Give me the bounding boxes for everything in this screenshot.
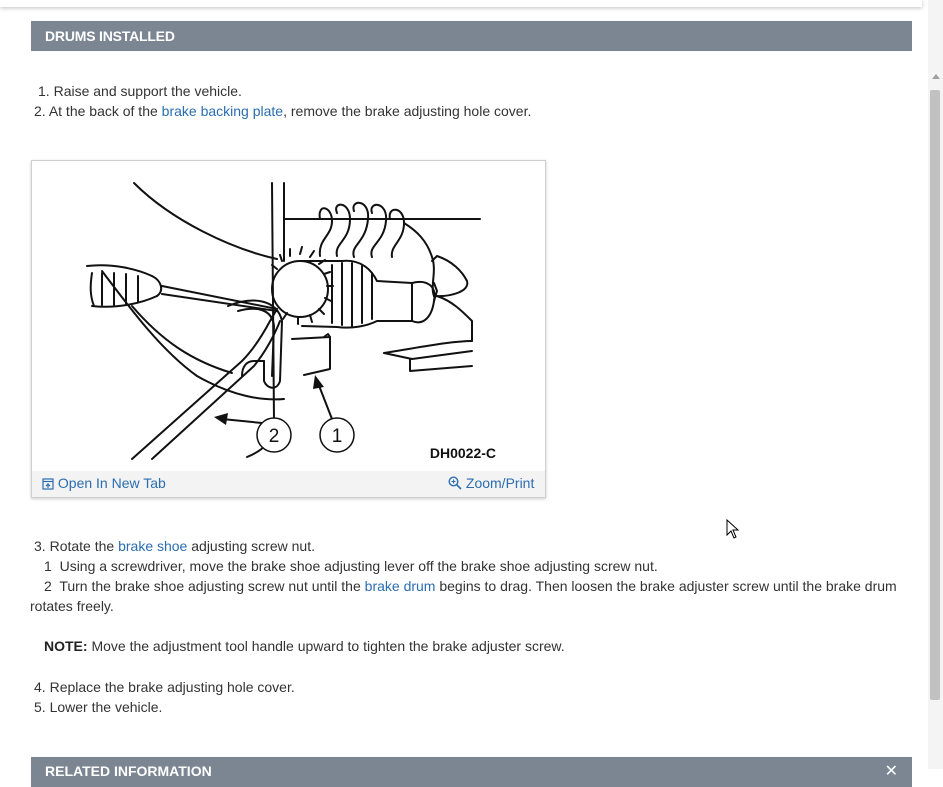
related-information-title: RELATED INFORMATION [45,763,212,779]
note: NOTE: Move the adjustment tool handle up… [44,636,565,656]
step-text-cont: , remove the brake adjusting hole cover. [283,103,532,119]
step-text: Lower the vehicle. [49,699,163,715]
substep-text: Turn the brake shoe adjusting screw nut … [59,578,365,594]
substep-text: Using a screwdriver, move the brake shoe… [59,558,658,574]
step-text: Replace the brake adjusting hole cover. [49,679,295,695]
step-number: 3. [34,538,46,554]
related-information-header[interactable]: RELATED INFORMATION ✕ [31,757,912,787]
zoom-icon [448,476,462,490]
open-new-tab-icon [42,478,54,490]
note-label: NOTE: [44,638,88,654]
step-text-cont: adjusting screw nut. [187,538,315,554]
callout-1-label: 1 [332,426,343,447]
brake-backing-plate-link[interactable]: brake backing plate [162,103,283,119]
brake-shoe-link[interactable]: brake shoe [118,538,187,554]
substep-2-continuation: rotates freely. [30,598,114,614]
note-text: Move the adjustment tool handle upward t… [87,638,565,654]
step-5: 5. Lower the vehicle. [34,697,162,717]
zoom-print-label: Zoom/Print [465,475,535,491]
step-3: 3. Rotate the brake shoe adjusting screw… [34,536,315,556]
step-text: Raise and support the vehicle. [53,83,242,99]
step-1: 1. Raise and support the vehicle. [38,81,242,101]
scrollbar-thumb[interactable] [930,90,940,700]
section-header: DRUMS INSTALLED [31,21,912,51]
step-2: 2. At the back of the brake backing plat… [34,101,531,121]
step-number: 5. [34,699,46,715]
step-text: Rotate the [49,538,119,554]
scroll-up-arrow-icon[interactable] [932,74,940,79]
open-new-tab-label: Open In New Tab [57,475,166,491]
substep-text-cont: begins to drag. Then loosen the brake ad… [435,578,897,594]
figure-toolbar: Open In New Tab Zoom/Print [32,471,545,497]
substep-number: 1 [44,558,52,574]
brake-adjuster-illustration[interactable]: 2 1 DH0022-C [32,161,545,471]
substep-number: 2 [44,578,52,594]
callout-2-label: 2 [269,426,280,447]
substep-1: 1 Using a screwdriver, move the brake sh… [44,556,658,576]
top-toolbar-shadow [0,0,922,7]
close-icon[interactable]: ✕ [885,761,898,781]
step-number: 1. [38,83,50,99]
brake-drum-link[interactable]: brake drum [365,578,436,594]
illustration-figure: 2 1 DH0022-C Open In New Tab Zoom/Print [31,160,546,498]
step-4: 4. Replace the brake adjusting hole cove… [34,677,295,697]
mouse-pointer-icon [726,519,740,539]
figure-code: DH0022-C [430,445,496,461]
step-text: At the back of the [48,103,162,119]
open-new-tab-button[interactable]: Open In New Tab [42,475,166,491]
zoom-print-button[interactable]: Zoom/Print [448,475,534,491]
section-title: DRUMS INSTALLED [45,28,175,44]
substep-2: 2 Turn the brake shoe adjusting screw nu… [44,576,897,596]
step-number: 4. [34,679,46,695]
step-number: 2. [34,103,46,119]
